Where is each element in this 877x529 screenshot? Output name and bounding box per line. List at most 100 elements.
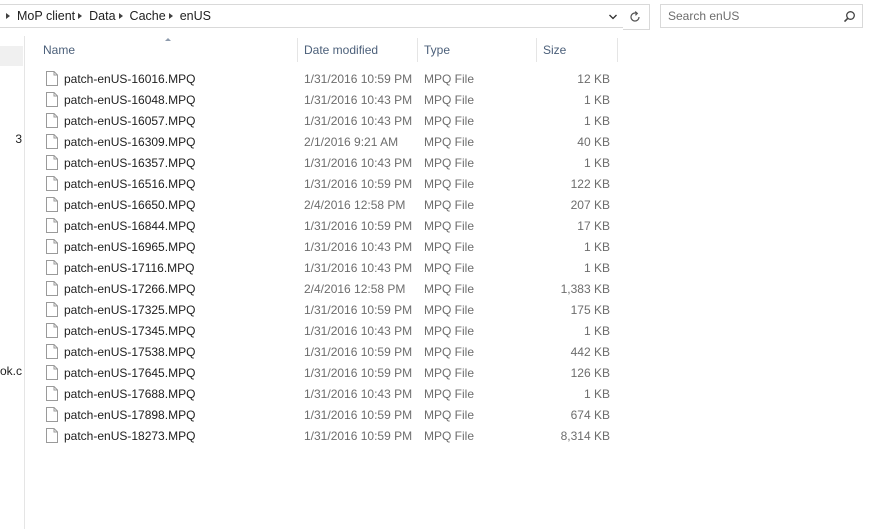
breadcrumb-item-enus[interactable]: enUS	[180, 9, 211, 23]
file-type: MPQ File	[424, 365, 475, 380]
file-row[interactable]: patch-enUS-18273.MPQ 1/31/2016 10:59 PM …	[25, 425, 877, 446]
breadcrumb-item-cache[interactable]: Cache	[130, 9, 166, 23]
file-size: 12 KB	[577, 71, 610, 86]
file-size: 122 KB	[570, 176, 610, 191]
nav-item-partial[interactable]: ook.c	[0, 364, 22, 378]
file-size: 175 KB	[570, 302, 610, 317]
file-name[interactable]: patch-enUS-17345.MPQ	[64, 320, 195, 341]
column-header-type[interactable]: Type	[418, 37, 537, 62]
breadcrumb-separator-icon[interactable]	[78, 13, 83, 19]
file-icon	[46, 365, 58, 380]
breadcrumb-separator-icon[interactable]	[168, 13, 173, 19]
file-type: MPQ File	[424, 281, 475, 296]
file-date-modified: 1/31/2016 10:43 PM	[304, 155, 413, 170]
file-name[interactable]: patch-enUS-16844.MPQ	[64, 215, 195, 236]
breadcrumb-separator-icon[interactable]	[118, 13, 123, 19]
file-date-modified: 1/31/2016 10:59 PM	[304, 176, 413, 191]
file-row[interactable]: patch-enUS-16057.MPQ 1/31/2016 10:43 PM …	[25, 110, 877, 131]
file-name[interactable]: patch-enUS-17116.MPQ	[64, 257, 195, 278]
file-row[interactable]: patch-enUS-16516.MPQ 1/31/2016 10:59 PM …	[25, 173, 877, 194]
file-row[interactable]: patch-enUS-16016.MPQ 1/31/2016 10:59 PM …	[25, 68, 877, 89]
file-row[interactable]: patch-enUS-16844.MPQ 1/31/2016 10:59 PM …	[25, 215, 877, 236]
file-icon	[46, 92, 58, 107]
breadcrumb-item-data[interactable]: Data	[89, 9, 115, 23]
column-header-type-label: Type	[424, 42, 451, 57]
refresh-button[interactable]	[623, 4, 650, 30]
file-name[interactable]: patch-enUS-17538.MPQ	[64, 341, 195, 362]
file-name[interactable]: patch-enUS-17898.MPQ	[64, 404, 195, 425]
file-date-modified: 1/31/2016 10:43 PM	[304, 239, 413, 254]
file-type: MPQ File	[424, 113, 475, 128]
file-row[interactable]: patch-enUS-16048.MPQ 1/31/2016 10:43 PM …	[25, 89, 877, 110]
file-date-modified: 1/31/2016 10:43 PM	[304, 260, 413, 275]
file-name[interactable]: patch-enUS-16650.MPQ	[64, 194, 195, 215]
file-size: 442 KB	[570, 344, 610, 359]
file-row[interactable]: patch-enUS-17538.MPQ 1/31/2016 10:59 PM …	[25, 341, 877, 362]
file-name[interactable]: patch-enUS-18273.MPQ	[64, 425, 195, 446]
nav-selected-item[interactable]	[0, 46, 23, 66]
file-size: 1 KB	[583, 323, 610, 338]
file-row[interactable]: patch-enUS-17345.MPQ 1/31/2016 10:43 PM …	[25, 320, 877, 341]
file-name[interactable]: patch-enUS-16048.MPQ	[64, 89, 195, 110]
file-date-modified: 1/31/2016 10:59 PM	[304, 218, 413, 233]
file-icon	[46, 260, 58, 275]
file-name[interactable]: patch-enUS-16965.MPQ	[64, 236, 195, 257]
column-header-size[interactable]: Size	[537, 37, 618, 62]
column-divider[interactable]	[617, 38, 618, 62]
file-date-modified: 1/31/2016 10:59 PM	[304, 407, 413, 422]
navigation-pane[interactable]: 3 ook.c	[0, 36, 25, 529]
file-row[interactable]: patch-enUS-17688.MPQ 1/31/2016 10:43 PM …	[25, 383, 877, 404]
file-name[interactable]: patch-enUS-16016.MPQ	[64, 68, 195, 89]
search-input[interactable]: Search enUS	[668, 9, 739, 23]
chevron-down-icon[interactable]	[608, 12, 618, 22]
file-type: MPQ File	[424, 176, 475, 191]
file-icon	[46, 323, 58, 338]
file-type: MPQ File	[424, 92, 475, 107]
file-icon	[46, 386, 58, 401]
file-date-modified: 1/31/2016 10:59 PM	[304, 344, 413, 359]
file-row[interactable]: patch-enUS-17898.MPQ 1/31/2016 10:59 PM …	[25, 404, 877, 425]
file-row[interactable]: patch-enUS-17266.MPQ 2/4/2016 12:58 PM M…	[25, 278, 877, 299]
file-icon	[46, 344, 58, 359]
file-name[interactable]: patch-enUS-16309.MPQ	[64, 131, 195, 152]
search-box[interactable]: Search enUS	[660, 4, 863, 28]
file-row[interactable]: patch-enUS-16309.MPQ 2/1/2016 9:21 AM MP…	[25, 131, 877, 152]
file-name[interactable]: patch-enUS-16057.MPQ	[64, 110, 195, 131]
refresh-icon	[630, 11, 640, 22]
file-size: 1 KB	[583, 113, 610, 128]
search-icon[interactable]	[843, 10, 856, 23]
breadcrumb-item-mop-client[interactable]: MoP client	[17, 9, 75, 23]
file-size: 1 KB	[583, 239, 610, 254]
file-icon	[46, 428, 58, 443]
file-size: 1,383 KB	[560, 281, 610, 296]
file-row[interactable]: patch-enUS-16357.MPQ 1/31/2016 10:43 PM …	[25, 152, 877, 173]
file-row[interactable]: patch-enUS-17645.MPQ 1/31/2016 10:59 PM …	[25, 362, 877, 383]
file-name[interactable]: patch-enUS-16357.MPQ	[64, 152, 195, 173]
file-row[interactable]: patch-enUS-16650.MPQ 2/4/2016 12:58 PM M…	[25, 194, 877, 215]
breadcrumb: MoP client Data Cache enUS	[3, 5, 211, 27]
file-icon	[46, 155, 58, 170]
column-header-size-label: Size	[543, 42, 567, 57]
address-bar[interactable]: MoP client Data Cache enUS	[0, 4, 626, 28]
file-name[interactable]: patch-enUS-17266.MPQ	[64, 278, 195, 299]
nav-item-partial[interactable]: 3	[15, 132, 22, 146]
file-icon	[46, 302, 58, 317]
file-size: 1 KB	[583, 92, 610, 107]
file-size: 207 KB	[570, 197, 610, 212]
file-size: 40 KB	[577, 134, 610, 149]
column-header-date-modified[interactable]: Date modified	[298, 37, 418, 62]
file-name[interactable]: patch-enUS-16516.MPQ	[64, 173, 195, 194]
file-name[interactable]: patch-enUS-17688.MPQ	[64, 383, 195, 404]
file-row[interactable]: patch-enUS-16965.MPQ 1/31/2016 10:43 PM …	[25, 236, 877, 257]
file-name[interactable]: patch-enUS-17645.MPQ	[64, 362, 195, 383]
file-name[interactable]: patch-enUS-17325.MPQ	[64, 299, 195, 320]
file-row[interactable]: patch-enUS-17325.MPQ 1/31/2016 10:59 PM …	[25, 299, 877, 320]
file-date-modified: 1/31/2016 10:43 PM	[304, 92, 413, 107]
file-row[interactable]: patch-enUS-17116.MPQ 1/31/2016 10:43 PM …	[25, 257, 877, 278]
breadcrumb-separator-icon[interactable]	[6, 13, 10, 19]
file-icon	[46, 176, 58, 191]
file-date-modified: 1/31/2016 10:59 PM	[304, 302, 413, 317]
file-size: 17 KB	[577, 218, 610, 233]
column-headers: Name Date modified Type Size	[25, 37, 877, 62]
file-size: 1 KB	[583, 386, 610, 401]
